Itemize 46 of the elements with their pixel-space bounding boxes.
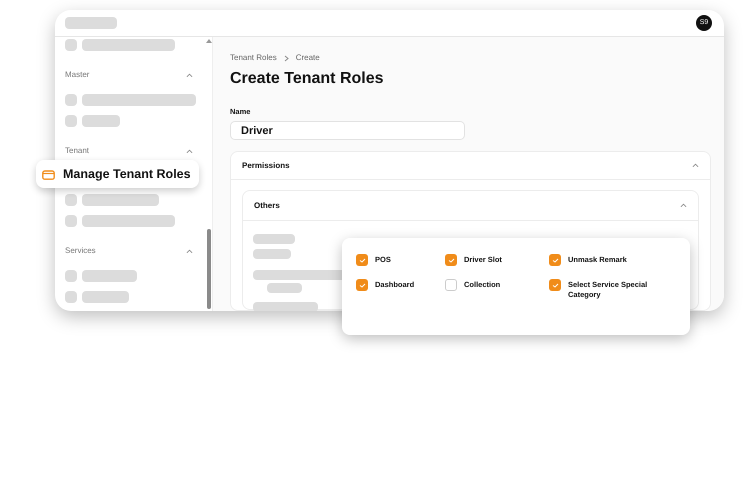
skeleton-bar — [253, 249, 291, 260]
checkmark-icon — [358, 282, 366, 288]
skeleton-bar — [82, 115, 120, 127]
skeleton-icon — [65, 115, 77, 127]
checkbox[interactable] — [445, 279, 457, 291]
skeleton-icon — [65, 291, 77, 303]
checkbox[interactable] — [549, 254, 561, 266]
scroll-up-icon[interactable] — [206, 39, 212, 43]
chevron-up-icon[interactable] — [186, 72, 193, 78]
skeleton-icon — [65, 194, 77, 206]
chevron-up-icon[interactable] — [680, 203, 687, 208]
page-title: Create Tenant Roles — [230, 69, 385, 89]
section-title: Master — [65, 69, 90, 81]
skeleton-icon — [65, 215, 77, 227]
checkmark-icon — [448, 258, 454, 262]
checkbox[interactable] — [549, 279, 561, 291]
checkbox[interactable] — [445, 254, 457, 266]
checkbox[interactable] — [356, 279, 368, 291]
chevron-up-icon[interactable] — [692, 163, 699, 168]
skeleton-icon — [65, 94, 77, 106]
folder-icon — [42, 168, 55, 180]
skeleton-bar — [82, 291, 129, 303]
breadcrumb-current: Create — [296, 52, 320, 64]
group-title: Others — [254, 200, 280, 212]
menu-item-label: Manage Tenant Roles — [63, 166, 191, 183]
skeleton-bar — [253, 234, 295, 244]
skeleton-bar — [253, 302, 318, 311]
checkmark-icon — [552, 258, 558, 262]
chevron-up-icon[interactable] — [186, 248, 193, 254]
section-title: Services — [65, 245, 96, 257]
checkmark-icon — [552, 282, 558, 288]
checkmark-icon — [358, 258, 366, 262]
section-title: Permissions — [242, 160, 290, 172]
skeleton-bar — [267, 283, 302, 294]
skeleton-bar — [82, 270, 137, 282]
skeleton-icon — [65, 39, 77, 51]
chevron-up-icon[interactable] — [186, 148, 193, 154]
checkbox[interactable] — [356, 254, 368, 266]
section-title: Tenant — [65, 145, 90, 157]
skeleton-bar — [65, 17, 117, 29]
menu-item-callout[interactable]: Manage Tenant Roles — [36, 160, 199, 188]
name-field[interactable]: Driver — [230, 121, 465, 140]
chevron-right-icon — [284, 54, 289, 62]
skeleton-icon — [65, 270, 77, 282]
scrollbar[interactable] — [207, 229, 211, 309]
breadcrumb-link[interactable]: Tenant Roles — [230, 52, 277, 64]
